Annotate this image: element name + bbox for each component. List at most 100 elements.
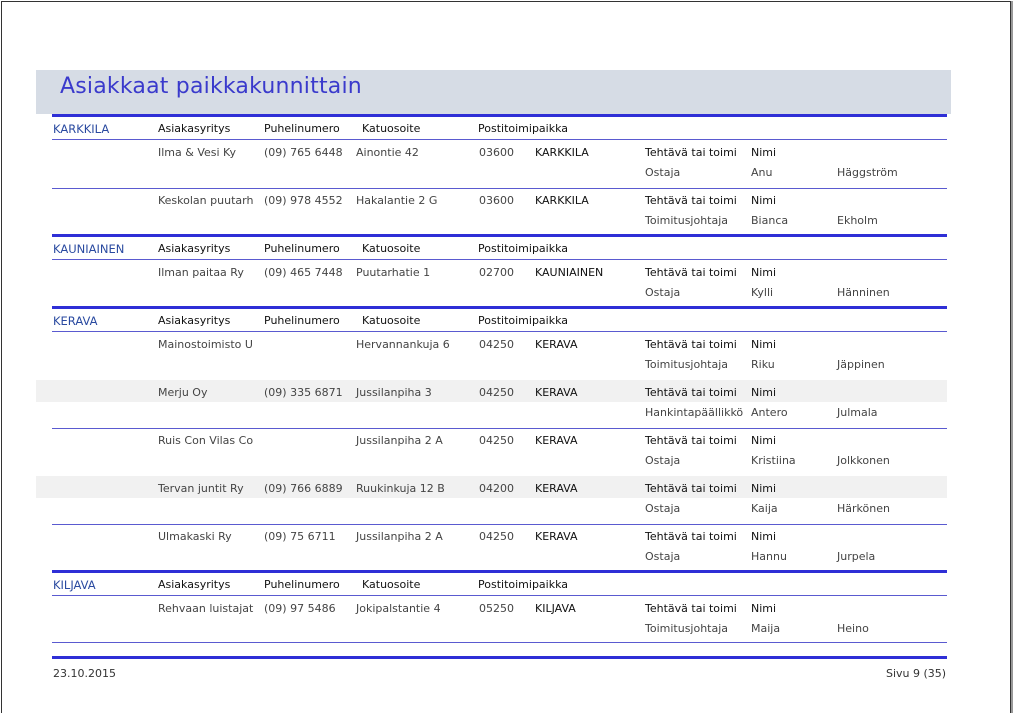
- customer-phone: (09) 335 6871: [264, 386, 343, 399]
- contact-name-label: Nimi: [751, 266, 777, 279]
- report-date: 23.10.2015: [53, 667, 116, 680]
- contact-last-name: Jurpela: [837, 550, 876, 563]
- customer-company: Merju Oy: [158, 386, 208, 399]
- page-footer-line: [52, 656, 947, 659]
- contact-first-name: Kylli: [751, 286, 774, 299]
- contact-name-label: Nimi: [751, 530, 777, 543]
- group-divider: [52, 306, 947, 309]
- customer-street: Hakalantie 2 G: [356, 194, 438, 207]
- contact-role-label: Tehtävä tai toimi: [645, 434, 737, 447]
- customer-street: Jussilanpiha 3: [356, 386, 432, 399]
- contact-role-label: Tehtävä tai toimi: [645, 482, 737, 495]
- contact-name-label: Nimi: [751, 482, 777, 495]
- column-header-phone: Puhelinumero: [264, 314, 340, 327]
- contact-role: Ostaja: [645, 286, 681, 299]
- column-header-postal: Postitoimipaikka: [478, 314, 569, 327]
- column-header-company: Asiakasyritys: [158, 122, 231, 135]
- contact-first-name: Maija: [751, 622, 781, 635]
- customer-company: Tervan juntit Ry: [158, 482, 244, 495]
- customer-zip: 03600: [479, 194, 514, 207]
- customer-company: Keskolan puutarh: [158, 194, 254, 207]
- customer-zip: 02700: [479, 266, 514, 279]
- page-number: Sivu 9 (35): [886, 667, 947, 680]
- column-header-street: Katuosoite: [362, 314, 421, 327]
- contact-last-name: Häggström: [837, 166, 898, 179]
- column-header-postal: Postitoimipaikka: [478, 578, 569, 591]
- contact-role: Ostaja: [645, 166, 681, 179]
- contact-role-label: Tehtävä tai toimi: [645, 146, 737, 159]
- report-end-line: [52, 642, 947, 643]
- contact-role: Toimitusjohtaja: [645, 214, 729, 227]
- customer-zip: 04250: [479, 386, 514, 399]
- contact-role: Toimitusjohtaja: [645, 622, 729, 635]
- customer-zip: 03600: [479, 146, 514, 159]
- contact-role-label: Tehtävä tai toimi: [645, 530, 737, 543]
- customer-town: KERAVA: [535, 386, 578, 399]
- customer-town: KAUNIAINEN: [535, 266, 604, 279]
- customer-zip: 04200: [479, 482, 514, 495]
- customer-company: Ilma & Vesi Ky: [158, 146, 236, 159]
- customer-street: Jussilanpiha 2 A: [356, 434, 443, 447]
- contact-name-label: Nimi: [751, 338, 777, 351]
- customer-company: Ulmakaski Ry: [158, 530, 232, 543]
- city-heading: KERAVA: [53, 314, 98, 328]
- city-heading: KAUNIAINEN: [53, 242, 125, 256]
- column-header-company: Asiakasyritys: [158, 242, 231, 255]
- customer-zip: 05250: [479, 602, 514, 615]
- customer-town: KERAVA: [535, 338, 578, 351]
- contact-name-label: Nimi: [751, 386, 777, 399]
- customer-town: KERAVA: [535, 434, 578, 447]
- customer-zip: 04250: [479, 530, 514, 543]
- customer-company: Mainostoimisto U: [158, 338, 253, 351]
- customer-company: Ilman paitaa Ry: [158, 266, 244, 279]
- contact-role: Ostaja: [645, 454, 681, 467]
- column-header-street: Katuosoite: [362, 122, 421, 135]
- column-header-company: Asiakasyritys: [158, 578, 231, 591]
- column-header-phone: Puhelinumero: [264, 242, 340, 255]
- contact-first-name: Hannu: [751, 550, 787, 563]
- customer-company: Rehvaan luistajat: [158, 602, 254, 615]
- contact-role-label: Tehtävä tai toimi: [645, 602, 737, 615]
- customer-street: Ruukinkuja 12 B: [356, 482, 445, 495]
- column-header-phone: Puhelinumero: [264, 578, 340, 591]
- row-divider: [52, 188, 947, 189]
- contact-last-name: Jolkkonen: [837, 454, 890, 467]
- group-divider: [52, 114, 947, 117]
- customer-phone: (09) 465 7448: [264, 266, 343, 279]
- contact-first-name: Riku: [751, 358, 775, 371]
- column-header-postal: Postitoimipaikka: [478, 242, 569, 255]
- contact-name-label: Nimi: [751, 434, 777, 447]
- contact-last-name: Hänninen: [837, 286, 890, 299]
- contact-role-label: Tehtävä tai toimi: [645, 194, 737, 207]
- group-divider: [52, 570, 947, 573]
- column-header-company: Asiakasyritys: [158, 314, 231, 327]
- column-header-postal: Postitoimipaikka: [478, 122, 569, 135]
- contact-last-name: Ekholm: [837, 214, 878, 227]
- contact-name-label: Nimi: [751, 602, 777, 615]
- row-divider: [52, 428, 947, 429]
- city-heading: KILJAVA: [53, 578, 96, 592]
- city-heading: KARKKILA: [53, 122, 110, 136]
- customer-street: Jussilanpiha 2 A: [356, 530, 443, 543]
- contact-role-label: Tehtävä tai toimi: [645, 338, 737, 351]
- contact-name-label: Nimi: [751, 146, 777, 159]
- customer-zip: 04250: [479, 434, 514, 447]
- contact-last-name: Heino: [837, 622, 869, 635]
- header-underline: [52, 139, 947, 140]
- customer-phone: (09) 765 6448: [264, 146, 343, 159]
- header-underline: [52, 331, 947, 332]
- customer-town: KARKKILA: [535, 194, 589, 207]
- contact-name-label: Nimi: [751, 194, 777, 207]
- contact-last-name: Härkönen: [837, 502, 890, 515]
- header-underline: [52, 259, 947, 260]
- customer-phone: (09) 75 6711: [264, 530, 336, 543]
- customer-phone: (09) 97 5486: [264, 602, 336, 615]
- customer-street: Ainontie 42: [356, 146, 419, 159]
- header-underline: [52, 595, 947, 596]
- contact-role: Ostaja: [645, 550, 681, 563]
- customer-town: KILJAVA: [535, 602, 576, 615]
- contact-last-name: Julmala: [837, 406, 878, 419]
- column-header-street: Katuosoite: [362, 578, 421, 591]
- column-header-phone: Puhelinumero: [264, 122, 340, 135]
- customer-street: Jokipalstantie 4: [356, 602, 441, 615]
